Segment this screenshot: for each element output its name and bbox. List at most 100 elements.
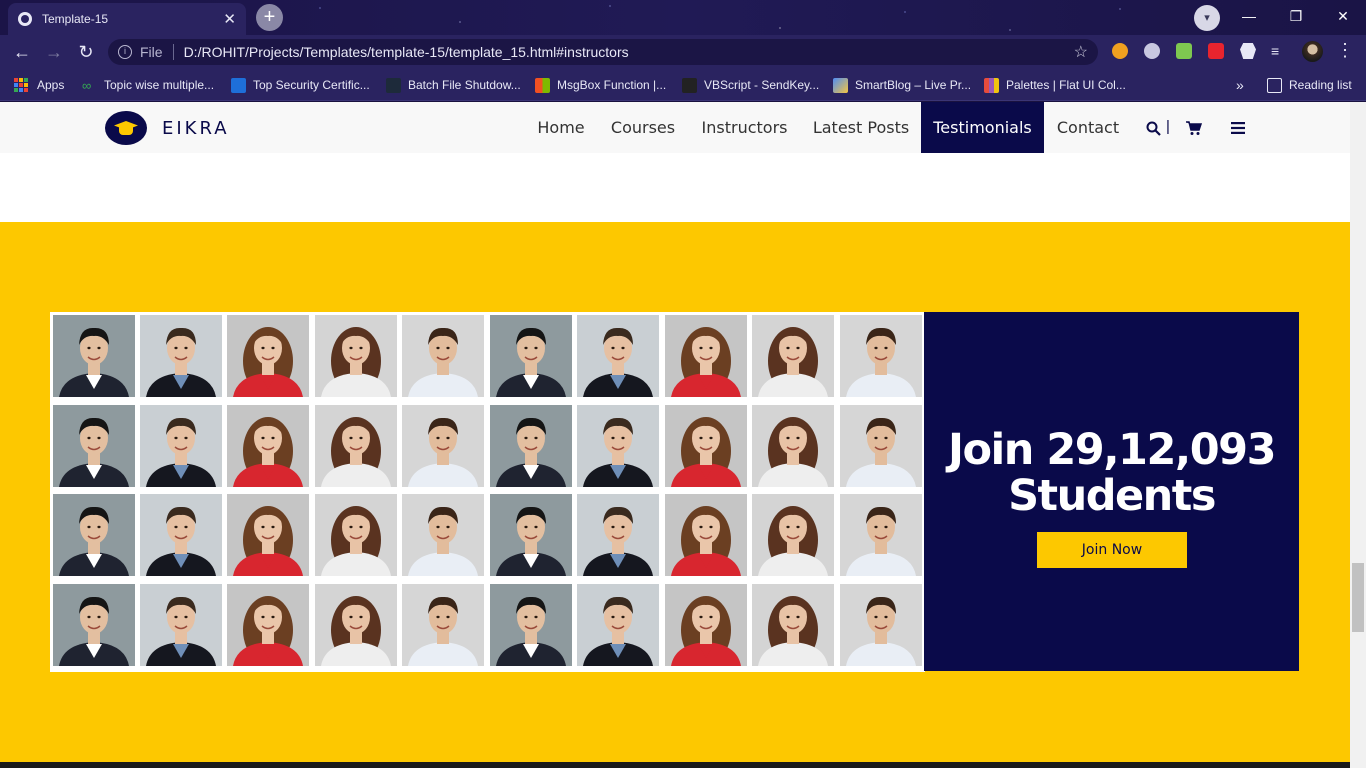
hamburger-icon[interactable]: [1231, 122, 1245, 134]
extension-icon[interactable]: [1208, 43, 1224, 59]
media-control-icon[interactable]: ≡: [1271, 43, 1287, 59]
palette-icon: [984, 77, 999, 93]
url-text[interactable]: D:/ROHIT/Projects/Templates/template-15/…: [184, 44, 1074, 60]
student-photo: [840, 405, 922, 487]
student-photo: [140, 405, 222, 487]
browser-menu-icon[interactable]: ⋮: [1336, 40, 1354, 61]
student-photo: [402, 315, 484, 397]
site-header: EIKRA Home Courses Instructors Latest Po…: [0, 102, 1350, 153]
student-photo: [402, 584, 484, 666]
address-bar[interactable]: i File D:/ROHIT/Projects/Templates/templ…: [108, 39, 1098, 65]
cart-icon[interactable]: [1186, 121, 1202, 136]
student-photo: [490, 584, 572, 666]
search-icon[interactable]: [1146, 121, 1161, 136]
extensions-puzzle-icon[interactable]: [1240, 43, 1256, 59]
join-cta-panel: Join 29,12,093 Students Join Now: [924, 312, 1299, 671]
reading-list-icon: [1267, 77, 1282, 93]
bookmark-item[interactable]: Top Security Certific...: [231, 76, 370, 94]
extension-icon[interactable]: [1176, 43, 1192, 59]
nav-courses[interactable]: Courses: [603, 102, 683, 153]
close-window-icon[interactable]: ✕: [1320, 4, 1366, 28]
student-photo: [577, 584, 659, 666]
student-photo: [752, 315, 834, 397]
nav-testimonials[interactable]: Testimonials: [921, 102, 1044, 153]
extension-icon[interactable]: [1112, 43, 1128, 59]
student-photo: [490, 494, 572, 576]
minimize-icon[interactable]: —: [1226, 4, 1272, 28]
cta-heading-line1: Join 29,12,093: [948, 425, 1276, 475]
student-photo: [227, 315, 309, 397]
page-scrollbar[interactable]: [1350, 102, 1366, 768]
extension-icon[interactable]: [1144, 43, 1160, 59]
student-photo: [490, 405, 572, 487]
profile-avatar[interactable]: [1302, 41, 1323, 62]
profile-menu-icon[interactable]: ▾: [1194, 5, 1220, 31]
close-tab-icon[interactable]: ✕: [223, 10, 236, 28]
bookmark-item[interactable]: Batch File Shutdow...: [386, 76, 521, 94]
student-photo: [227, 405, 309, 487]
page-viewport: EIKRA Home Courses Instructors Latest Po…: [0, 102, 1350, 768]
student-photo: [752, 494, 834, 576]
bookmark-site-icon: [231, 77, 246, 93]
student-photo: [53, 584, 135, 666]
student-photo: [315, 315, 397, 397]
student-photo: [53, 315, 135, 397]
student-photo: [402, 405, 484, 487]
apps-grid-icon: [14, 78, 28, 92]
graduation-cap-logo-icon[interactable]: [105, 111, 147, 145]
student-photo: [577, 405, 659, 487]
nav-instructors[interactable]: Instructors: [692, 102, 797, 153]
bookmark-item[interactable]: VBScript - SendKey...: [682, 76, 819, 94]
scrollbar-thumb[interactable]: [1352, 563, 1364, 632]
student-photo: [577, 315, 659, 397]
nav-latest-posts[interactable]: Latest Posts: [806, 102, 916, 153]
student-photo: [53, 405, 135, 487]
student-photo: [840, 315, 922, 397]
new-tab-button[interactable]: +: [256, 4, 283, 31]
globe-icon: [18, 12, 32, 26]
student-photo: [577, 494, 659, 576]
student-photo: [665, 405, 747, 487]
student-photo: [227, 584, 309, 666]
back-icon[interactable]: ←: [10, 40, 34, 64]
bookmark-site-icon: [682, 77, 697, 93]
students-photo-grid: [50, 312, 925, 672]
student-photo: [315, 405, 397, 487]
bookmark-apps[interactable]: Apps: [14, 76, 64, 94]
more-bookmarks-icon[interactable]: »: [1236, 76, 1244, 94]
student-photo: [53, 494, 135, 576]
student-photo: [315, 494, 397, 576]
nav-contact[interactable]: Contact: [1052, 102, 1124, 153]
forward-icon[interactable]: →: [42, 40, 66, 64]
student-photo: [665, 494, 747, 576]
join-now-button[interactable]: Join Now: [1037, 532, 1187, 568]
bookmark-item[interactable]: MsgBox Function |...: [535, 76, 666, 94]
student-photo: [140, 315, 222, 397]
reload-icon[interactable]: ↻: [74, 40, 98, 64]
nav-home[interactable]: Home: [526, 102, 596, 153]
bookmark-star-icon[interactable]: ☆: [1074, 42, 1088, 62]
student-photo: [140, 494, 222, 576]
restore-icon[interactable]: ❐: [1273, 4, 1319, 28]
bookmark-item[interactable]: SmartBlog – Live Pr...: [833, 76, 971, 94]
student-photo: [752, 584, 834, 666]
header-divider: |: [1166, 118, 1170, 135]
browser-tab[interactable]: Template-15 ✕: [8, 3, 246, 35]
student-photo: [665, 315, 747, 397]
logo-text[interactable]: EIKRA: [162, 118, 230, 139]
tab-title: Template-15: [42, 12, 109, 26]
bookmark-item[interactable]: ∞ Topic wise multiple...: [82, 76, 214, 94]
student-photo: [840, 494, 922, 576]
student-photo: [140, 584, 222, 666]
bookmark-site-icon: [386, 77, 401, 93]
student-photo: [752, 405, 834, 487]
student-photo: [840, 584, 922, 666]
info-icon[interactable]: i: [118, 45, 132, 59]
cta-heading-line2: Students: [1008, 471, 1216, 521]
bookmark-item[interactable]: Palettes | Flat UI Col...: [984, 76, 1126, 94]
student-photo: [665, 584, 747, 666]
reading-list-button[interactable]: Reading list: [1267, 76, 1352, 94]
gfg-icon: ∞: [82, 77, 92, 93]
student-photo: [402, 494, 484, 576]
student-photo: [315, 584, 397, 666]
